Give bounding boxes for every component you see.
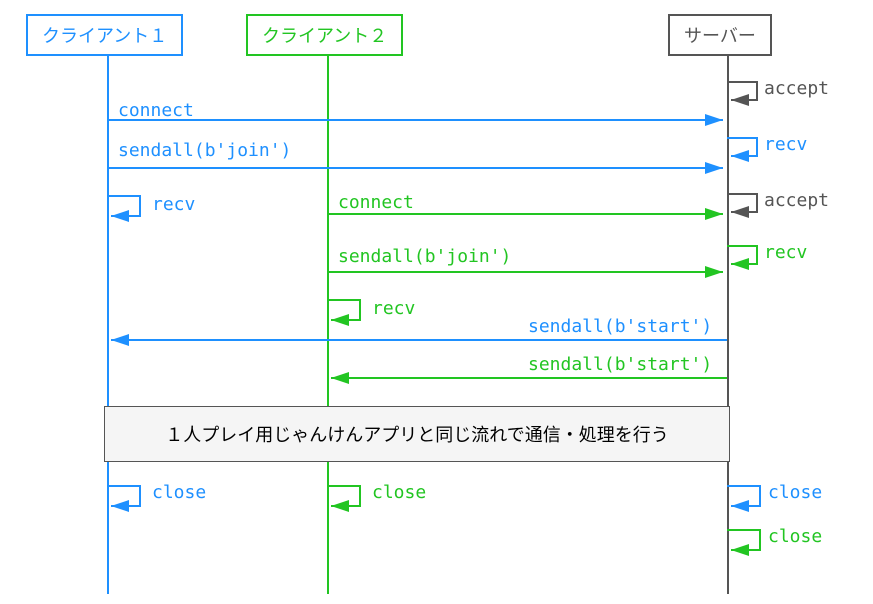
label-c1-connect: connect [118, 100, 194, 121]
label-c2-close: close [372, 482, 426, 503]
label-c2-sendjoin: sendall(b'join') [338, 246, 511, 267]
label-srv-close1: close [768, 482, 822, 503]
note-same-flow: １人プレイ用じゃんけんアプリと同じ流れで通信・処理を行う [104, 406, 730, 462]
participant-server-label: サーバー [684, 26, 756, 46]
participant-client2: クライアント２ [246, 14, 403, 56]
label-c2-recv: recv [372, 298, 415, 319]
label-srv-accept2: accept [764, 190, 829, 211]
participant-client2-label: クライアント２ [262, 26, 387, 46]
label-srv-start2: sendall(b'start') [528, 354, 712, 375]
label-srv-close2: close [768, 526, 822, 547]
lifeline-server [727, 54, 729, 594]
participant-server: サーバー [668, 14, 772, 56]
lifeline-client2 [327, 54, 329, 594]
sequence-arrows [0, 0, 873, 604]
label-c1-recv: recv [152, 194, 195, 215]
lifeline-client1 [107, 54, 109, 594]
label-srv-recv1: recv [764, 134, 807, 155]
participant-client1-label: クライアント１ [42, 26, 167, 46]
label-c1-close: close [152, 482, 206, 503]
note-text: １人プレイ用じゃんけんアプリと同じ流れで通信・処理を行う [165, 425, 668, 445]
label-srv-accept1: accept [764, 78, 829, 99]
participant-client1: クライアント１ [26, 14, 183, 56]
label-c2-connect: connect [338, 192, 414, 213]
label-srv-recv2: recv [764, 242, 807, 263]
label-srv-start1: sendall(b'start') [528, 316, 712, 337]
label-c1-sendjoin: sendall(b'join') [118, 140, 291, 161]
